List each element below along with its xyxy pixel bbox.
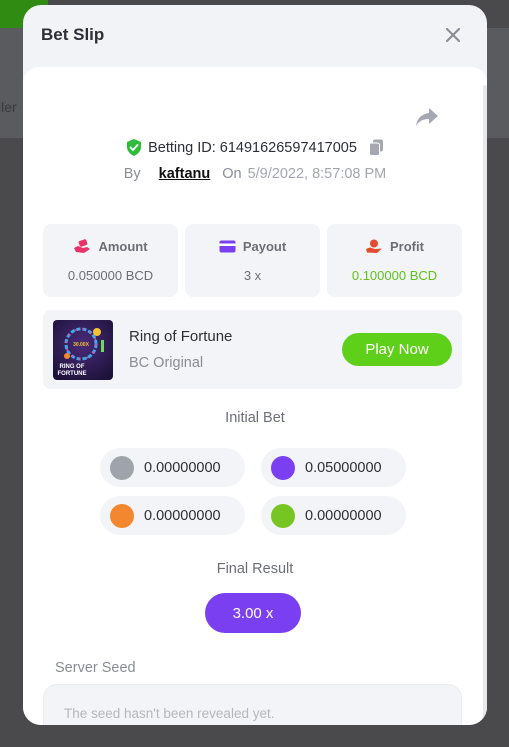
stat-card-amount: Amount 0.050000 BCD [43, 224, 178, 297]
backdrop-text: ller [0, 99, 17, 115]
game-subtitle: BC Original [129, 355, 204, 371]
coin-pill: 0.00000000 [100, 448, 245, 487]
copy-button[interactable] [368, 139, 384, 156]
author-row: By kaftanu On 5/9/2022, 8:57:08 PM [23, 166, 487, 182]
svg-text:FORTUNE: FORTUNE [58, 371, 87, 377]
stat-head-profit: Profit [365, 239, 424, 254]
game-thumbnail[interactable]: 30.00X RING OF FORTUNE [53, 319, 113, 380]
final-result-badge: 3.00 x [205, 593, 301, 633]
server-seed-label: Server Seed [55, 660, 136, 676]
svg-text:30.00X: 30.00X [73, 342, 90, 348]
stat-label-amount: Amount [98, 238, 148, 254]
shield-check-icon [127, 139, 142, 156]
bet-detail-panel: Betting ID: 61491626597417005 By kaftanu… [23, 67, 487, 725]
stats-row: Amount 0.050000 BCD Payout 3 x Profit 0.… [43, 224, 462, 297]
stat-value-amount: 0.050000 BCD [67, 267, 154, 283]
card-icon [219, 240, 236, 252]
ring-of-fortune-art: 30.00X RING OF FORTUNE [53, 319, 113, 380]
game-card: 30.00X RING OF FORTUNE Ring of Fortune B… [43, 310, 462, 389]
share-icon [416, 108, 438, 126]
coin-hand-icon [366, 239, 383, 253]
coin-purple-icon [271, 455, 295, 480]
stat-value-payout: 3 x [243, 267, 262, 283]
stat-label-payout: Payout [242, 238, 287, 254]
betting-id-row: Betting ID: 61491626597417005 [23, 139, 487, 156]
coin-green-icon [271, 503, 295, 528]
close-button[interactable] [441, 23, 465, 47]
game-info: Ring of Fortune BC Original [129, 328, 342, 371]
betting-id-label: Betting ID: [148, 139, 216, 156]
bet-timestamp: 5/9/2022, 8:57:08 PM [247, 166, 387, 182]
on-label: On [222, 166, 242, 182]
coin-amount: 0.00000000 [144, 507, 221, 524]
server-seed-field[interactable]: The seed hasn't been revealed yet. [43, 684, 462, 725]
modal-header: Bet Slip [23, 5, 487, 65]
stat-card-payout: Payout 3 x [185, 224, 320, 297]
share-button[interactable] [415, 107, 443, 131]
bet-slip-modal: Bet Slip Betting ID: 61491626597417005 B… [23, 5, 487, 725]
final-result-label: Final Result [216, 561, 294, 577]
money-hand-icon [74, 238, 91, 253]
copy-icon [368, 139, 383, 156]
stat-head-payout: Payout [219, 239, 286, 254]
modal-title: Bet Slip [41, 25, 105, 44]
coin-orange-icon [110, 503, 134, 528]
stat-value-profit: 0.100000 BCD [351, 267, 438, 283]
coin-pill: 0.00000000 [100, 496, 245, 535]
stat-card-profit: Profit 0.100000 BCD [327, 224, 462, 297]
svg-text:RING OF: RING OF [60, 364, 85, 370]
betting-id-value: 61491626597417005 [219, 139, 357, 156]
coin-pill: 0.05000000 [261, 448, 406, 487]
coin-pill: 0.00000000 [261, 496, 406, 535]
by-label: By [123, 166, 141, 182]
close-icon [446, 28, 460, 42]
coin-gray-icon [110, 455, 134, 480]
game-name: Ring of Fortune [129, 328, 233, 345]
coin-amount: 0.05000000 [305, 459, 382, 476]
coin-amount: 0.00000000 [305, 507, 382, 524]
play-now-button[interactable]: Play Now [342, 333, 452, 366]
stat-head-amount: Amount [73, 238, 148, 254]
stat-label-profit: Profit [390, 238, 424, 254]
coin-amount: 0.00000000 [144, 459, 221, 476]
username-link[interactable]: kaftanu [159, 166, 211, 182]
initial-bet-coins: 0.00000000 0.05000000 0.00000000 0.00000… [100, 448, 406, 535]
initial-bet-label: Initial Bet [225, 410, 285, 426]
